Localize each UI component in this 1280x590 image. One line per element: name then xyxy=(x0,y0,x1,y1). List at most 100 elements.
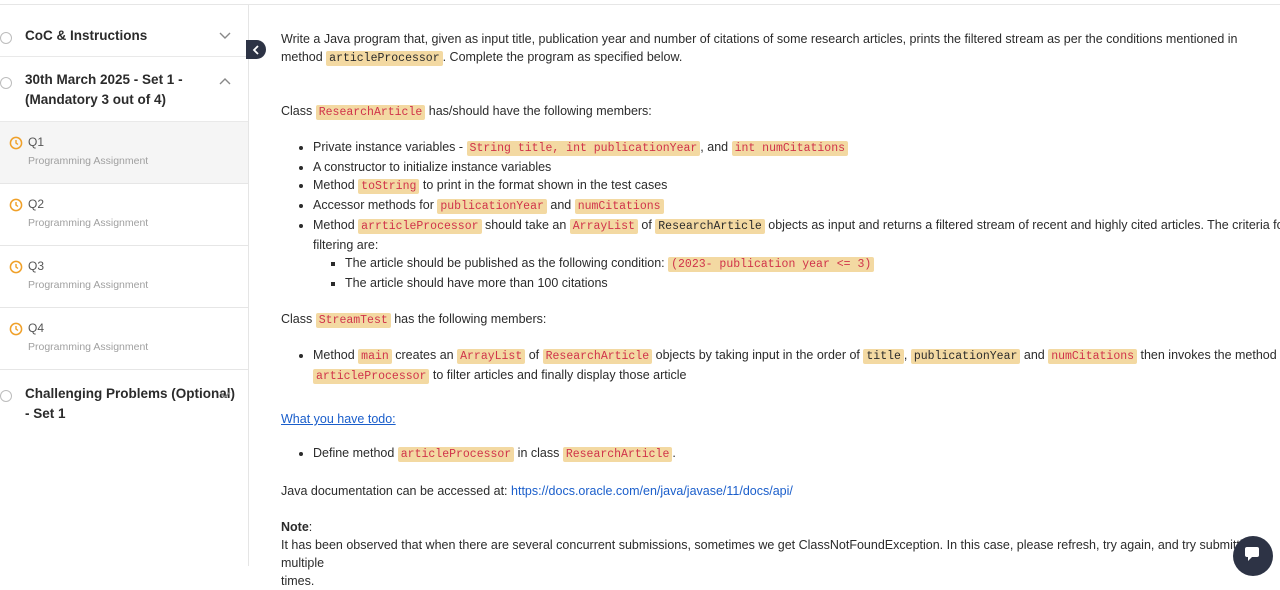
text: in class xyxy=(514,446,563,460)
question-item-q4[interactable]: Q4 Programming Assignment xyxy=(0,308,248,370)
code-inline: numCitations xyxy=(1048,349,1138,364)
section-title-line1: Challenging Problems (Optional) xyxy=(25,386,236,401)
text: filtering are: xyxy=(313,238,379,252)
note-section: Note: It has been observed that when the… xyxy=(281,518,1280,590)
text: . xyxy=(672,446,676,460)
chevron-up-icon[interactable] xyxy=(218,76,232,86)
status-circle-icon xyxy=(0,390,12,402)
text: The article should be published as the f… xyxy=(345,256,669,270)
code-inline: main xyxy=(358,349,392,364)
chat-icon xyxy=(1245,547,1259,561)
list-item: Private instance variables - String titl… xyxy=(313,138,1280,158)
code-inline: arrticleProcessor xyxy=(358,219,482,234)
text: objects by taking input in the order of xyxy=(652,348,864,362)
code-inline: toString xyxy=(358,179,420,194)
text: Method xyxy=(313,348,359,362)
intro-text: . Complete the program as specified belo… xyxy=(442,50,683,64)
note-label: Note xyxy=(281,520,309,534)
intro-paragraph: Write a Java program that, given as inpu… xyxy=(281,30,1280,68)
text: and xyxy=(1020,348,1049,362)
class1-members-list: Private instance variables - String titl… xyxy=(281,138,1280,292)
text: Accessor methods for xyxy=(313,198,438,212)
text: to print in the format shown in the test… xyxy=(419,178,668,192)
section-title: 30th March 2025 - Set 1 - (Mandatory 3 ou… xyxy=(25,70,183,110)
code-inline: articleProcessor xyxy=(313,369,430,384)
text: , xyxy=(903,348,911,362)
status-circle-icon xyxy=(0,32,12,44)
list-item: Method arrticleProcessor should take an … xyxy=(313,216,1280,292)
text: has/should have the following members: xyxy=(425,104,652,118)
section-set1[interactable]: 30th March 2025 - Set 1 - (Mandatory 3 ou… xyxy=(0,57,248,122)
text: Class xyxy=(281,104,316,118)
text: objects as input and returns a filtered … xyxy=(764,218,1280,232)
text: to filter articles and finally display t… xyxy=(429,368,687,382)
code-inline: ArrayList xyxy=(569,219,638,234)
text: , and xyxy=(700,140,732,154)
text: of xyxy=(637,218,656,232)
list-item: Method main creates an ArrayList of Rese… xyxy=(313,346,1280,386)
code-inline: ResearchArticle xyxy=(562,447,673,462)
code-inline: numCitations xyxy=(574,199,664,214)
section-coc-instructions[interactable]: CoC & Instructions xyxy=(0,5,248,57)
question-item-q1[interactable]: Q1 Programming Assignment xyxy=(0,122,248,184)
todo-list: Define method articleProcessor in class … xyxy=(281,444,1280,464)
chevron-down-icon[interactable] xyxy=(218,31,232,41)
criteria-list: The article should be published as the f… xyxy=(313,254,1280,292)
docs-link[interactable]: https://docs.oracle.com/en/java/javase/1… xyxy=(511,484,793,498)
list-item: The article should have more than 100 ci… xyxy=(345,274,1280,292)
code-inline: int numCitations xyxy=(731,141,848,156)
question-label: Q1 xyxy=(28,135,45,149)
question-type: Programming Assignment xyxy=(28,279,149,291)
text: should take an xyxy=(481,218,570,232)
section-title-line2: - Set 1 xyxy=(25,406,66,421)
question-item-q3[interactable]: Q3 Programming Assignment xyxy=(0,246,248,308)
clock-icon xyxy=(9,136,23,150)
text: and xyxy=(546,198,575,212)
chevron-left-icon xyxy=(252,44,259,55)
text: creates an xyxy=(391,348,458,362)
code-article-processor: articleProcessor xyxy=(326,51,443,66)
question-type: Programming Assignment xyxy=(28,155,149,167)
clock-icon xyxy=(9,260,23,274)
code-inline: publicationYear xyxy=(437,199,547,214)
question-label: Q2 xyxy=(28,197,45,211)
question-type: Programming Assignment xyxy=(28,341,149,353)
code-research-article: ResearchArticle xyxy=(315,105,426,120)
section-title: CoC & Instructions xyxy=(25,28,148,43)
list-item: Accessor methods for publicationYear and… xyxy=(313,196,1280,216)
section-title-line2: (Mandatory 3 out of 4) xyxy=(25,92,166,107)
question-type: Programming Assignment xyxy=(28,217,149,229)
section-title: Challenging Problems (Optional) - Set 1 xyxy=(25,384,235,424)
class1-heading: Class ResearchArticle has/should have th… xyxy=(281,102,1280,122)
class2-members-list: Method main creates an ArrayList of Rese… xyxy=(281,346,1280,386)
code-inline: ResearchArticle xyxy=(542,349,653,364)
collapse-sidebar-button[interactable] xyxy=(246,40,266,59)
code-stream-test: StreamTest xyxy=(315,313,391,328)
text: Method xyxy=(313,178,359,192)
clock-icon xyxy=(9,322,23,336)
todo-heading-wrap: What you have todo: xyxy=(281,410,1280,428)
code-inline: publicationYear xyxy=(910,349,1021,364)
clock-icon xyxy=(9,198,23,212)
chevron-down-icon[interactable] xyxy=(218,390,232,400)
list-item: A constructor to initialize instance var… xyxy=(313,158,1280,176)
code-inline: ResearchArticle xyxy=(655,219,765,234)
text: has the following members: xyxy=(390,312,547,326)
question-label: Q3 xyxy=(28,259,45,273)
intro-text: method xyxy=(281,50,327,64)
note-text: times. xyxy=(281,574,315,588)
class2-heading: Class StreamTest has the following membe… xyxy=(281,310,1280,330)
problem-statement: Write a Java program that, given as inpu… xyxy=(281,30,1280,590)
section-title-line1: 30th March 2025 - Set 1 - xyxy=(25,72,183,87)
text: Java documentation can be accessed at: xyxy=(281,484,512,498)
chat-button[interactable] xyxy=(1233,536,1273,576)
text: : xyxy=(308,520,313,534)
docs-line: Java documentation can be accessed at: h… xyxy=(281,482,1280,500)
question-item-q2[interactable]: Q2 Programming Assignment xyxy=(0,184,248,246)
section-challenging-problems[interactable]: Challenging Problems (Optional) - Set 1 xyxy=(0,370,248,440)
text: then invokes the method xyxy=(1137,348,1277,362)
list-item: Define method articleProcessor in class … xyxy=(313,444,1280,464)
text: Private instance variables - xyxy=(313,140,467,154)
code-inline: (2023- publication year <= 3) xyxy=(668,257,875,272)
todo-link[interactable]: What you have todo: xyxy=(281,412,396,426)
